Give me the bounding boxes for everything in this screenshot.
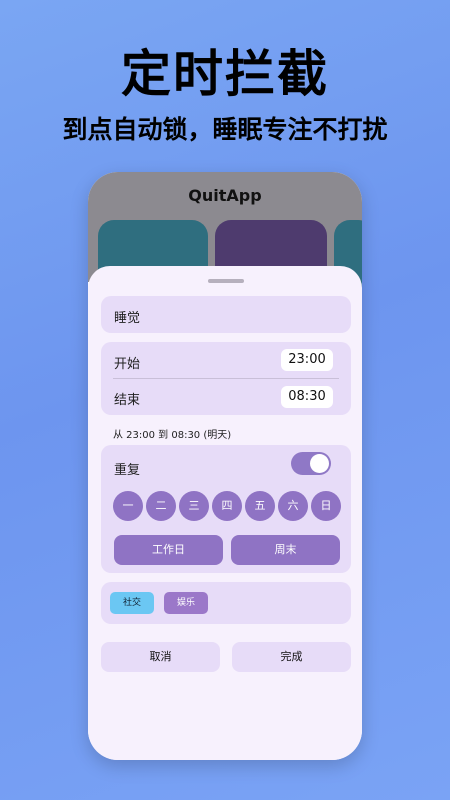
tag-entertainment[interactable]: 娱乐 <box>164 592 208 614</box>
category-tags: 社交 娱乐 <box>101 582 351 624</box>
time-card: 开始 23:00 结束 08:30 <box>101 342 351 415</box>
time-range-summary: 从 23:00 到 08:30 (明天) <box>113 430 232 441</box>
day-button-sun[interactable]: 日 <box>311 491 341 521</box>
promo-subline: 到点自动锁，睡眠专注不打扰 <box>62 115 388 144</box>
schedule-name: 睡觉 <box>114 311 141 326</box>
schedule-sheet: 睡觉 开始 23:00 结束 08:30 从 23:00 到 08:30 (明天… <box>88 266 362 760</box>
start-label: 开始 <box>114 357 141 372</box>
end-label: 结束 <box>114 393 141 408</box>
repeat-label: 重复 <box>114 463 141 478</box>
end-time-picker[interactable]: 08:30 <box>281 386 333 408</box>
phone-frame: QuitApp 睡觉 开始 23:00 结束 08:30 从 23:00 到 0… <box>88 172 362 760</box>
day-button-mon[interactable]: 一 <box>113 491 143 521</box>
start-time-picker[interactable]: 23:00 <box>281 349 333 371</box>
repeat-toggle[interactable] <box>291 452 331 475</box>
done-button[interactable]: 完成 <box>232 642 351 672</box>
day-button-sat[interactable]: 六 <box>278 491 308 521</box>
divider <box>113 378 339 379</box>
day-button-fri[interactable]: 五 <box>245 491 275 521</box>
tag-social[interactable]: 社交 <box>110 592 154 614</box>
workdays-button[interactable]: 工作日 <box>114 535 223 565</box>
cancel-button[interactable]: 取消 <box>101 642 220 672</box>
day-button-wed[interactable]: 三 <box>179 491 209 521</box>
repeat-card: 重复 一 二 三 四 五 六 日 工作日 周末 <box>101 445 351 573</box>
drag-handle[interactable] <box>208 279 244 283</box>
app-title: QuitApp <box>188 186 262 205</box>
day-button-thu[interactable]: 四 <box>212 491 242 521</box>
promo-headline: 定时拦截 <box>121 45 329 103</box>
schedule-name-field[interactable]: 睡觉 <box>101 296 351 333</box>
toggle-knob <box>310 454 329 473</box>
day-button-tue[interactable]: 二 <box>146 491 176 521</box>
weekend-button[interactable]: 周末 <box>231 535 340 565</box>
